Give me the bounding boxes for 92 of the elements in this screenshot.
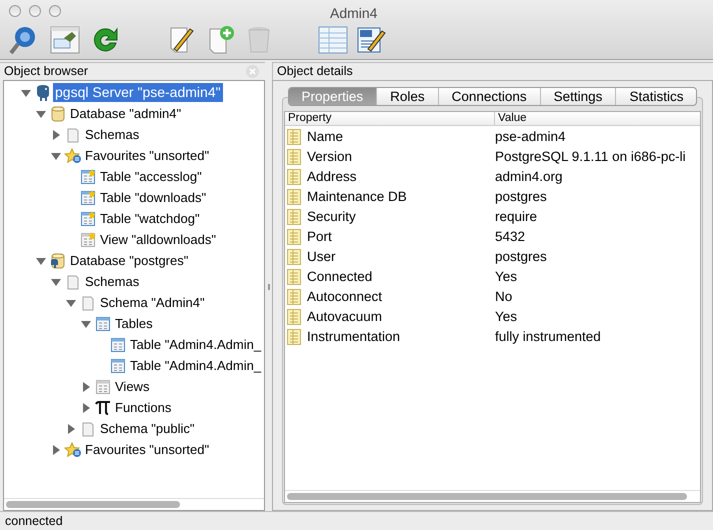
property-icon [287, 289, 301, 305]
property-value: PostgreSQL 9.1.11 on i686-pc-li [495, 148, 686, 166]
tree-item[interactable]: Functions [113, 398, 174, 417]
property-name: Name [307, 128, 344, 146]
page-icon [65, 274, 81, 290]
expand-triangle-icon[interactable] [50, 444, 60, 454]
table-icon [95, 316, 111, 332]
collapse-triangle-icon[interactable] [36, 256, 46, 266]
pi-icon [95, 400, 111, 416]
tree-item[interactable]: View "alldownloads" [98, 230, 218, 249]
tree-item[interactable]: Database "postgres" [68, 251, 190, 270]
scrollbar-thumb[interactable] [287, 493, 687, 500]
property-value: require [495, 208, 538, 226]
property-name: User [307, 248, 336, 266]
tree-item[interactable]: pgsql Server "pse-admin4" [53, 83, 223, 102]
property-name: Autoconnect [307, 288, 382, 306]
property-icon [287, 269, 301, 285]
property-name: Instrumentation [307, 328, 400, 346]
collapse-triangle-icon[interactable] [50, 150, 60, 160]
tab[interactable]: Roles [376, 88, 438, 105]
property-value: No [495, 288, 512, 306]
tree-item[interactable]: Table "Admin4.Admin_ [128, 335, 264, 354]
tree-item[interactable]: Tables [113, 314, 155, 333]
property-value: Yes [495, 308, 518, 326]
property-name: Security [307, 208, 356, 226]
tree-item[interactable]: Table "watchdog" [98, 209, 202, 228]
collapse-triangle-icon[interactable] [50, 276, 60, 286]
property-icon [287, 229, 301, 245]
tree-item[interactable]: Schemas [83, 272, 142, 291]
property-icon [287, 249, 301, 265]
property-value: admin4.org [495, 168, 563, 186]
tab[interactable]: Settings [540, 88, 616, 105]
property-icon [287, 329, 301, 345]
star-icon [64, 442, 82, 458]
property-icon [287, 129, 301, 145]
expand-triangle-icon[interactable] [80, 402, 90, 412]
table-icon [80, 210, 96, 226]
property-icon [287, 209, 301, 225]
column-header[interactable]: Property [285, 112, 495, 125]
tree-item[interactable]: Table "accesslog" [98, 167, 204, 186]
expand-triangle-icon[interactable] [80, 382, 90, 392]
status-text: connected [5, 512, 63, 530]
database-icon [50, 104, 66, 122]
view-icon [95, 378, 111, 394]
property-name: Autovacuum [307, 308, 382, 326]
property-value: postgres [495, 248, 547, 266]
page-icon [80, 420, 96, 436]
collapse-triangle-icon[interactable] [80, 318, 90, 328]
collapse-triangle-icon[interactable] [20, 88, 30, 98]
property-value: Yes [495, 268, 518, 286]
tab[interactable]: Connections [438, 88, 540, 105]
tree-item[interactable]: Database "admin4" [68, 104, 184, 123]
tree-item[interactable]: Favourites "unsorted" [83, 440, 212, 459]
page-icon [65, 126, 81, 142]
database-icon [50, 252, 66, 270]
property-value: 5432 [495, 228, 526, 246]
expand-triangle-icon[interactable] [66, 424, 76, 434]
table-icon [110, 358, 126, 374]
property-name: Address [307, 168, 357, 186]
table-icon [110, 336, 126, 352]
tree-item[interactable]: Views [113, 377, 152, 396]
panel-title: Object details [277, 63, 353, 80]
tree-item[interactable]: Schema "public" [98, 419, 196, 438]
property-name: Port [307, 228, 332, 246]
star-icon [64, 148, 82, 164]
tree-item[interactable]: Table "downloads" [98, 188, 208, 207]
table-icon [80, 168, 96, 184]
property-name: Maintenance DB [307, 188, 407, 206]
expand-triangle-icon[interactable] [50, 130, 60, 140]
tree-item[interactable]: Schemas [83, 125, 142, 144]
tree-item[interactable]: Table "Admin4.Admin_ [128, 356, 264, 375]
property-name: Version [307, 148, 352, 166]
property-icon [287, 189, 301, 205]
property-icon [287, 169, 301, 185]
property-icon [287, 149, 301, 165]
tree-item[interactable]: Schema "Admin4" [98, 293, 207, 312]
property-icon [287, 309, 301, 325]
property-value: fully instrumented [495, 328, 601, 346]
elephant-icon [34, 84, 52, 102]
scrollbar-thumb[interactable] [6, 501, 180, 508]
property-value: postgres [495, 188, 547, 206]
panel-title: Object browser [4, 63, 88, 80]
column-header[interactable]: Value [495, 112, 700, 125]
tree-item[interactable]: Favourites "unsorted" [83, 146, 212, 165]
collapse-triangle-icon[interactable] [36, 108, 46, 118]
window-title: Admin4 [330, 4, 378, 23]
page-icon [80, 294, 96, 310]
property-name: Connected [307, 268, 372, 286]
collapse-triangle-icon[interactable] [66, 298, 76, 308]
property-value: pse-admin4 [495, 128, 566, 146]
table-icon [80, 190, 96, 206]
view-icon [80, 232, 96, 248]
